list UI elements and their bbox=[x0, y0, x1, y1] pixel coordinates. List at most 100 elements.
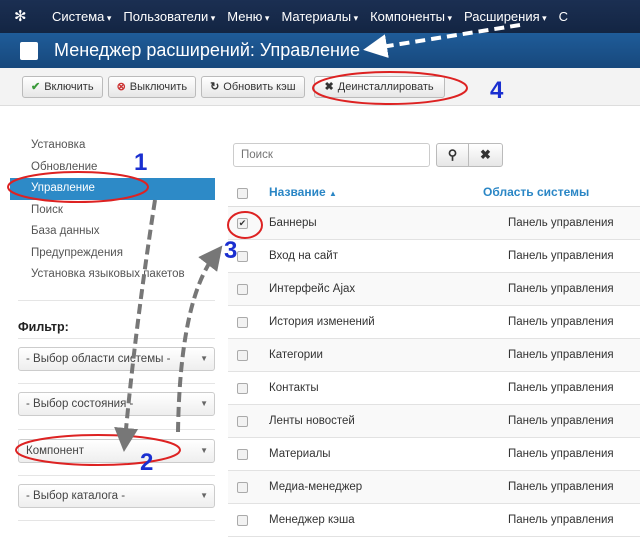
table-header: Название ▲ Область системы bbox=[228, 180, 640, 207]
table-row[interactable]: ✔ Баннеры Панель управления bbox=[228, 207, 640, 240]
table-row[interactable]: Ленты новостей Панель управления bbox=[228, 405, 640, 438]
table-row[interactable]: Контакты Панель управления bbox=[228, 372, 640, 405]
extension-area: Панель управления bbox=[508, 316, 614, 328]
extension-name[interactable]: Менеджер кэша bbox=[269, 514, 355, 526]
extension-name[interactable]: Медиа-менеджер bbox=[269, 481, 362, 493]
select-all-checkbox[interactable] bbox=[237, 188, 248, 199]
row-checkbox[interactable] bbox=[237, 317, 248, 328]
client-select-value: - Выбор области системы - bbox=[26, 353, 171, 365]
search-button[interactable]: ⚲ bbox=[436, 143, 469, 167]
table-row[interactable]: Менеджер кэша Панель управления bbox=[228, 504, 640, 537]
extension-area: Панель управления bbox=[508, 481, 614, 493]
joomla-logo-icon[interactable]: ✻ bbox=[14, 8, 30, 25]
divider bbox=[18, 338, 215, 339]
row-checkbox[interactable] bbox=[237, 284, 248, 295]
sort-name-link[interactable]: Название ▲ bbox=[269, 185, 337, 199]
extension-name[interactable]: Баннеры bbox=[269, 217, 317, 229]
table-row[interactable]: Категории Панель управления bbox=[228, 339, 640, 372]
menu-components[interactable]: Компоненты bbox=[370, 9, 452, 24]
divider bbox=[18, 383, 215, 384]
refresh-icon: ↻ bbox=[210, 81, 220, 93]
sidebar-item-warnings[interactable]: Предупреждения bbox=[0, 243, 215, 265]
page-header: Менеджер расширений: Управление bbox=[0, 33, 640, 68]
table-row[interactable]: Вход на сайт Панель управления bbox=[228, 240, 640, 273]
disable-button[interactable]: ⊗ Выключить bbox=[107, 75, 197, 98]
menu-content[interactable]: Материалы bbox=[281, 9, 358, 24]
sidebar-item-update[interactable]: Обновление bbox=[0, 157, 215, 179]
menu-users[interactable]: Пользователи bbox=[123, 9, 215, 24]
caret-down-icon: ▼ bbox=[200, 399, 208, 408]
filter-label: Фильтр: bbox=[18, 320, 69, 334]
extension-area: Панель управления bbox=[508, 448, 614, 460]
cancel-circle-icon: ⊗ bbox=[116, 81, 126, 93]
sidebar-item-languages[interactable]: Установка языковых пакетов bbox=[0, 264, 215, 286]
toolbar: ✔ Включить ⊗ Выключить ↻ Обновить кэш ✖ Деин… bbox=[0, 68, 640, 106]
table-row[interactable]: История изменений Панель управления bbox=[228, 306, 640, 339]
extension-area: Панель управления bbox=[508, 514, 614, 526]
sidebar: Установка Обновление Управление Поиск Ба… bbox=[0, 135, 215, 286]
extension-name[interactable]: Вход на сайт bbox=[269, 250, 338, 262]
sort-area-link[interactable]: Область системы bbox=[483, 185, 589, 199]
menu-menus[interactable]: Меню bbox=[227, 9, 269, 24]
row-checkbox[interactable] bbox=[237, 416, 248, 427]
row-checkbox[interactable] bbox=[237, 449, 248, 460]
extension-area: Панель управления bbox=[508, 217, 614, 229]
clear-button[interactable]: ✖ bbox=[468, 143, 503, 167]
search-icon: ⚲ bbox=[447, 147, 458, 162]
type-select[interactable]: Компонент ▼ bbox=[18, 439, 215, 463]
x-icon: ✖ bbox=[324, 81, 334, 93]
divider bbox=[18, 520, 215, 521]
extension-name[interactable]: История изменений bbox=[269, 316, 375, 328]
close-icon: ✖ bbox=[480, 147, 491, 162]
row-checkbox[interactable] bbox=[237, 251, 248, 262]
top-navbar: ✻ Система Пользователи Меню Материалы Ко… bbox=[0, 0, 640, 33]
state-select[interactable]: - Выбор состояния - ▼ bbox=[18, 392, 215, 416]
state-select-value: - Выбор состояния - bbox=[26, 398, 134, 410]
enable-label: Включить bbox=[44, 80, 94, 93]
folder-select-value: - Выбор каталога - bbox=[26, 490, 126, 502]
uninstall-label: Деинсталлировать bbox=[337, 80, 434, 93]
menu-system[interactable]: Система bbox=[52, 9, 111, 24]
uninstall-button[interactable]: ✖ Деинсталлировать bbox=[313, 75, 445, 98]
extension-area: Панель управления bbox=[508, 283, 614, 295]
enable-button[interactable]: ✔ Включить bbox=[22, 75, 103, 98]
row-checkbox[interactable] bbox=[237, 515, 248, 526]
extension-name[interactable]: Интерфейс Ajax bbox=[269, 283, 355, 295]
extension-area: Панель управления bbox=[508, 349, 614, 361]
extension-name[interactable]: Материалы bbox=[269, 448, 331, 460]
extension-area: Панель управления bbox=[508, 382, 614, 394]
col-name-label: Название bbox=[269, 185, 326, 199]
search-input[interactable] bbox=[233, 143, 430, 167]
extension-name[interactable]: Категории bbox=[269, 349, 323, 361]
divider bbox=[18, 300, 215, 301]
refresh-label: Обновить кэш bbox=[223, 80, 296, 93]
caret-down-icon: ▼ bbox=[200, 446, 208, 455]
menu-help[interactable]: С bbox=[559, 9, 568, 24]
client-select[interactable]: - Выбор области системы - ▼ bbox=[18, 347, 215, 371]
sidebar-item-manage[interactable]: Управление bbox=[10, 178, 215, 200]
refresh-cache-button[interactable]: ↻ Обновить кэш bbox=[201, 75, 305, 98]
type-select-value: Компонент bbox=[26, 445, 84, 457]
sidebar-item-discover[interactable]: Поиск bbox=[0, 200, 215, 222]
puzzle-icon bbox=[20, 41, 38, 60]
caret-down-icon: ▼ bbox=[200, 491, 208, 500]
disable-label: Выключить bbox=[129, 80, 188, 93]
folder-select[interactable]: - Выбор каталога - ▼ bbox=[18, 484, 215, 508]
row-checkbox[interactable] bbox=[237, 482, 248, 493]
table-row[interactable]: Материалы Панель управления bbox=[228, 438, 640, 471]
extension-name[interactable]: Контакты bbox=[269, 382, 319, 394]
sort-up-icon: ▲ bbox=[329, 189, 337, 198]
extension-name[interactable]: Ленты новостей bbox=[269, 415, 355, 427]
row-checkbox[interactable]: ✔ bbox=[237, 218, 248, 229]
menu-extensions[interactable]: Расширения bbox=[464, 9, 547, 24]
table-row[interactable]: Медиа-менеджер Панель управления bbox=[228, 471, 640, 504]
table-row[interactable]: Интерфейс Ajax Панель управления bbox=[228, 273, 640, 306]
row-checkbox[interactable] bbox=[237, 383, 248, 394]
sidebar-item-install[interactable]: Установка bbox=[0, 135, 215, 157]
sidebar-item-database[interactable]: База данных bbox=[0, 221, 215, 243]
row-checkbox[interactable] bbox=[237, 350, 248, 361]
divider bbox=[18, 475, 215, 476]
caret-down-icon: ▼ bbox=[200, 354, 208, 363]
check-icon: ✔ bbox=[31, 81, 41, 93]
extension-area: Панель управления bbox=[508, 250, 614, 262]
